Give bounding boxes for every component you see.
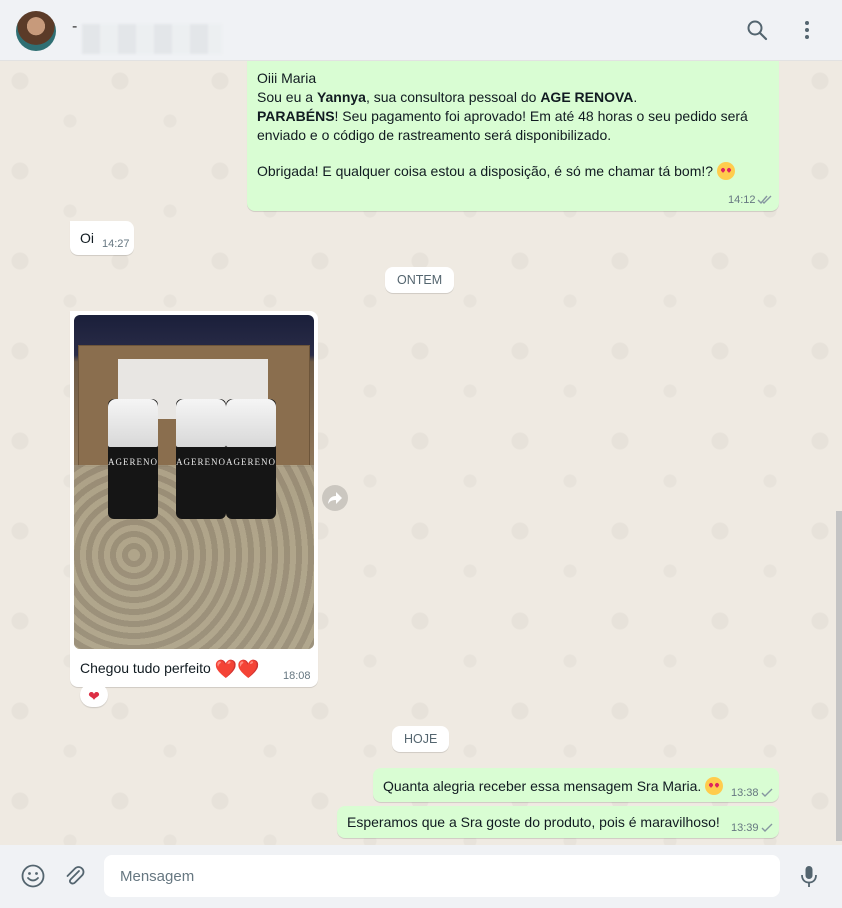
single-check-icon — [761, 788, 773, 797]
image-bottle: AGERENOVA — [108, 399, 158, 519]
forward-button[interactable] — [322, 485, 348, 511]
more-options-icon[interactable] — [795, 18, 819, 42]
reaction-heart-icon[interactable]: ❤ — [80, 683, 108, 707]
emoji-icon[interactable] — [20, 863, 46, 889]
attach-icon[interactable] — [61, 863, 87, 889]
image-bottle: AGERENOVA — [176, 399, 226, 519]
message-line: Oiii Maria — [257, 70, 317, 86]
message-time: 14:12 — [728, 194, 756, 206]
message-bubble-outgoing[interactable]: Quanta alegria receber essa mensagem Sra… — [373, 768, 779, 802]
message-bubble-incoming-image[interactable]: AGERENOVA AGERENOVA AGERENOVA Chegou tud… — [70, 311, 318, 687]
message-line: PARABÉNS! Seu pagamento foi aprovado! Em… — [257, 108, 748, 124]
message-line: enviado e o código de rastreamento será … — [257, 127, 612, 143]
message-bubble-outgoing[interactable]: Oiii Maria Sou eu a Yannya, sua consulto… — [247, 61, 779, 211]
message-input[interactable] — [104, 855, 780, 897]
message-line: Obrigada! E qualquer coisa estou a dispo… — [257, 162, 767, 181]
message-time: 13:38 — [731, 787, 759, 799]
message-line: Sou eu a Yannya, sua consultora pessoal … — [257, 89, 638, 105]
message-image[interactable]: AGERENOVA AGERENOVA AGERENOVA — [74, 315, 314, 649]
message-text: Oi — [80, 230, 94, 246]
date-divider: ONTEM — [385, 267, 455, 293]
chat-header: - — [0, 0, 842, 61]
message-text: Oiii Maria Sou eu a Yannya, sua consulto… — [257, 69, 767, 181]
double-check-icon — [757, 195, 772, 205]
composer-bar — [0, 845, 842, 908]
date-divider: HOJE — [392, 726, 450, 752]
message-bubble-outgoing[interactable]: Esperamos que a Sra goste do produto, po… — [337, 806, 779, 838]
avatar[interactable] — [16, 11, 56, 51]
image-bottle: AGERENOVA — [226, 399, 276, 519]
forward-icon — [328, 492, 342, 504]
message-caption: Chegou tudo perfeito ❤️❤️ — [80, 659, 260, 679]
contact-dash: - — [72, 18, 78, 35]
microphone-icon[interactable] — [796, 863, 822, 889]
scrollbar[interactable] — [836, 511, 842, 841]
single-check-icon — [761, 823, 773, 832]
smiling-hearts-emoji-icon — [705, 777, 724, 795]
message-bubble-incoming[interactable]: Oi 14:27 — [70, 221, 134, 255]
search-icon[interactable] — [745, 18, 769, 42]
chat-area[interactable]: Oiii Maria Sou eu a Yannya, sua consulto… — [0, 61, 842, 845]
smiling-hearts-emoji-icon — [717, 162, 736, 180]
message-time: 18:08 — [283, 670, 311, 682]
message-time: 14:27 — [102, 238, 130, 250]
message-text: Quanta alegria receber essa mensagem Sra… — [383, 777, 724, 795]
message-time: 13:39 — [731, 822, 759, 834]
heart-emoji-icon: ❤️❤️ — [214, 659, 260, 679]
message-text: Esperamos que a Sra goste do produto, po… — [347, 814, 720, 830]
contact-name-blurred[interactable] — [82, 24, 222, 54]
